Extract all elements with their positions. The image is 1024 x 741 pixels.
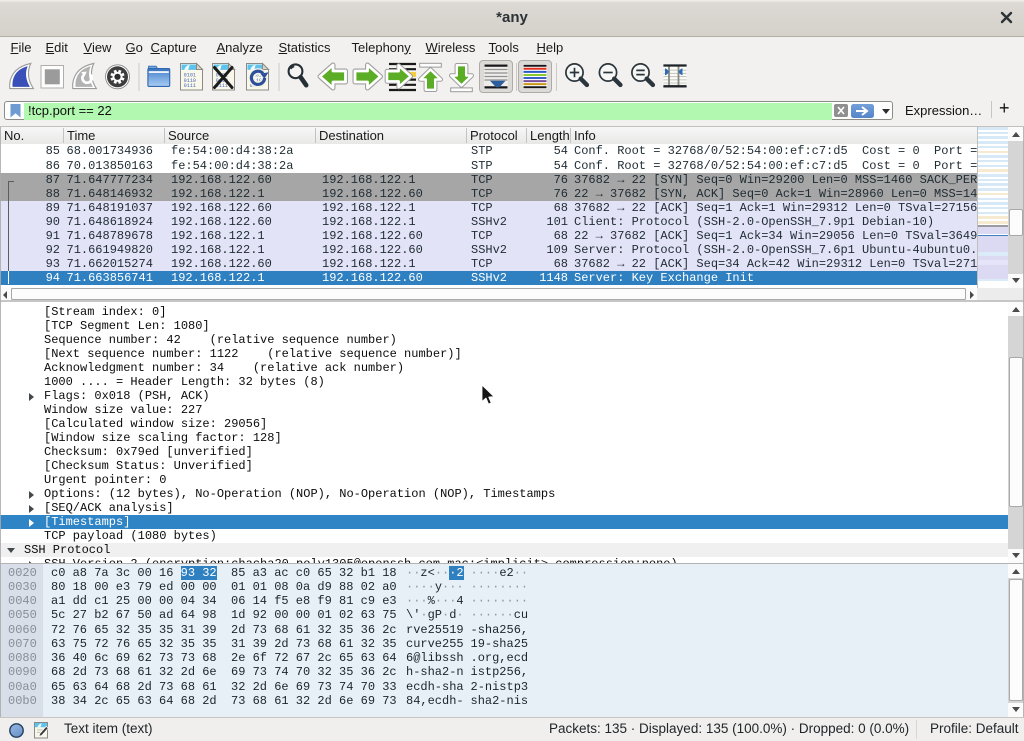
svg-text:0111: 0111 xyxy=(184,83,196,89)
